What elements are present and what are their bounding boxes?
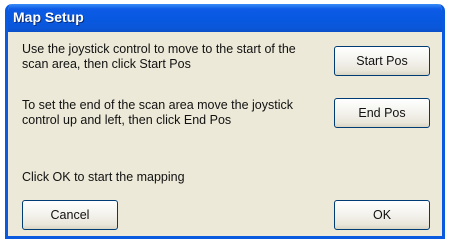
ok-button[interactable]: OK	[334, 200, 430, 230]
end-pos-button[interactable]: End Pos	[334, 98, 430, 128]
title-bar[interactable]: Map Setup	[8, 4, 442, 32]
dialog-body: Use the joystick control to move to the …	[8, 32, 442, 236]
cancel-button[interactable]: Cancel	[22, 200, 118, 230]
start-instruction-text: Use the joystick control to move to the …	[22, 42, 296, 71]
start-pos-button[interactable]: Start Pos	[334, 46, 430, 76]
map-setup-dialog: Map Setup Use the joystick control to mo…	[5, 4, 445, 239]
end-instruction-text: To set the end of the scan area move the…	[22, 98, 293, 127]
dialog-title: Map Setup	[13, 9, 84, 25]
ok-instruction-text: Click OK to start the mapping	[22, 170, 185, 184]
